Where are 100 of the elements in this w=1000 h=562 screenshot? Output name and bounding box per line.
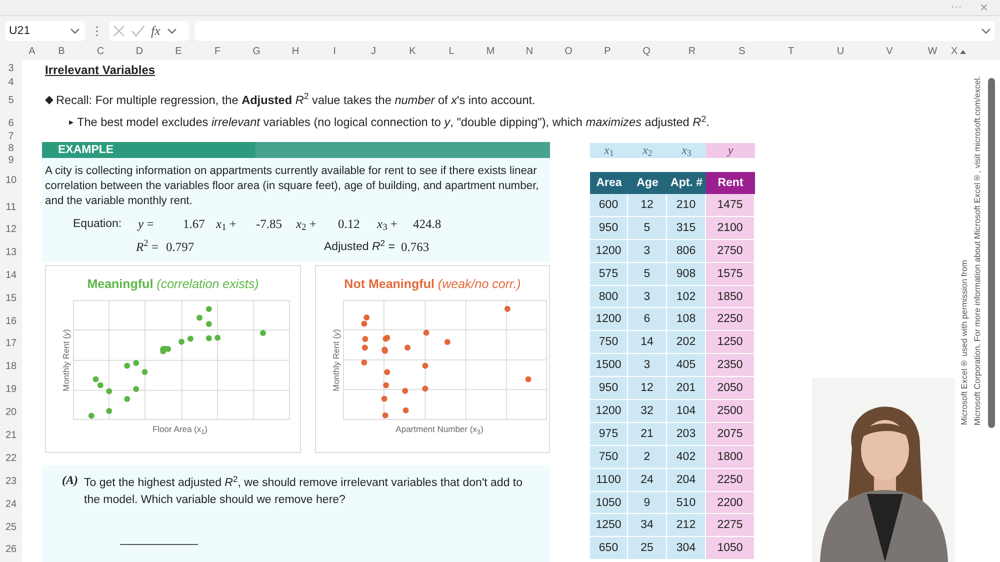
table-cell: 1250: [590, 514, 628, 538]
table-cell: 405: [667, 354, 706, 378]
bullet-text: The best model excludes irrelevant variables (no logical connection to y, "double dipping"), which maximizes adjusted R$^{2}$.: [77, 114, 710, 132]
insert-function-button[interactable]: fx: [151, 20, 160, 40]
row-header[interactable]: 20: [0, 401, 22, 424]
table-cell: 5: [628, 216, 667, 240]
column-header[interactable]: J: [354, 44, 393, 60]
column-heading: Area: [590, 172, 628, 194]
axis-label: Monthly Rent (y): [60, 328, 72, 392]
row-header[interactable]: 7: [0, 132, 22, 140]
column-header[interactable]: S: [718, 44, 766, 60]
fit-statistic: 0.797: [166, 239, 196, 256]
table-cell: 21: [628, 422, 667, 446]
column-header[interactable]: Q: [627, 44, 666, 60]
fit-statistic: 0.763: [401, 239, 430, 256]
notice-text: Microsoft Excel® used with permission from: [959, 260, 970, 425]
row-header[interactable]: 9: [0, 156, 22, 164]
more-options-icon[interactable]: ⋮: [91, 22, 103, 40]
column-header[interactable]: W: [914, 44, 951, 60]
row-header[interactable]: 16: [0, 310, 22, 332]
table-cell: 3: [628, 354, 667, 378]
column-header[interactable]: L: [432, 44, 471, 60]
row-header[interactable]: 18: [0, 355, 22, 378]
table-cell: 650: [590, 537, 628, 560]
column-header[interactable]: N: [510, 44, 549, 60]
row-header[interactable]: 6: [0, 114, 22, 132]
scrollbar-thumb[interactable]: [988, 78, 995, 428]
column-header[interactable]: K: [393, 44, 432, 60]
column-header[interactable]: R: [666, 44, 718, 60]
row-header[interactable]: 11: [0, 196, 22, 218]
row-header[interactable]: 10: [0, 164, 22, 196]
table-cell: 210: [667, 194, 706, 217]
table-cell: 750: [590, 331, 628, 354]
table-cell: 2250: [706, 308, 755, 332]
fit-statistic: Adjusted R$^{2}$ =: [324, 238, 396, 255]
column-header[interactable]: B: [42, 44, 81, 60]
column-header[interactable]: C: [81, 44, 120, 60]
chevron-down-icon[interactable]: [166, 26, 178, 36]
row-header[interactable]: 22: [0, 446, 22, 470]
column-header[interactable]: F: [198, 44, 237, 60]
column-header[interactable]: V: [865, 44, 914, 60]
row-header[interactable]: 25: [0, 516, 22, 538]
table-cell: 950: [590, 377, 628, 400]
row-header[interactable]: 21: [0, 424, 22, 447]
variable-symbol: y: [706, 143, 755, 158]
row-header[interactable]: 15: [0, 286, 22, 310]
row-header[interactable]: 5: [0, 87, 22, 114]
chevron-down-icon[interactable]: [69, 26, 81, 36]
row-header[interactable]: 17: [0, 332, 22, 356]
table-cell: 3: [628, 286, 667, 308]
column-header[interactable]: I: [315, 44, 354, 60]
row-header[interactable]: 13: [0, 240, 22, 264]
equation-term: 1.67: [183, 216, 206, 234]
bullet-text: Recall: For multiple regression, the Adjusted R$^{2}$ value takes the number of x's into account.: [56, 92, 536, 109]
row-header[interactable]: 26: [0, 538, 22, 562]
axis-label: Monthly Rent (y): [330, 328, 342, 392]
table-cell: 315: [667, 216, 706, 240]
table-cell: 1250: [706, 331, 755, 354]
row-header[interactable]: 19: [0, 378, 22, 402]
chevron-down-icon[interactable]: [980, 26, 992, 36]
column-header[interactable]: G: [237, 44, 276, 60]
column-header[interactable]: A: [22, 44, 42, 60]
table-cell: 1800: [706, 446, 755, 469]
column-heading: Rent: [706, 172, 755, 194]
name-box[interactable]: U21: [5, 20, 85, 40]
equation-term: 0.12: [338, 216, 361, 234]
check-icon[interactable]: [131, 24, 145, 36]
table-cell: 600: [590, 194, 628, 217]
table-cell: 806: [667, 240, 706, 263]
column-heading: Apt. #: [667, 172, 706, 194]
row-header[interactable]: 14: [0, 264, 22, 287]
table-cell: 1050: [590, 492, 628, 514]
column-header[interactable]: E: [159, 44, 198, 60]
column-header[interactable]: D: [120, 44, 159, 60]
column-heading: Age: [628, 172, 667, 194]
row-header[interactable]: 8: [0, 140, 22, 156]
column-header[interactable]: U: [816, 44, 865, 60]
table-cell: 2100: [706, 216, 755, 240]
row-header[interactable]: 3: [0, 60, 22, 77]
equation-term: x$_{3}$ +: [377, 216, 398, 234]
table-cell: 204: [667, 468, 706, 492]
row-header[interactable]: 4: [0, 77, 22, 87]
table-cell: 2350: [706, 354, 755, 378]
description-text: A city is collecting information on appartments currently available for rent to see if there exists linear correlation between the variables floor area (in square feet), age of building, and apartment number, and the variable monthly rent.: [44, 164, 540, 209]
column-header[interactable]: H: [276, 44, 315, 60]
row-header[interactable]: 24: [0, 492, 22, 516]
column-header[interactable]: O: [549, 44, 588, 60]
section-title: Irrelevant Variables: [45, 62, 156, 79]
table-cell: 212: [667, 514, 706, 538]
column-header[interactable]: X: [951, 44, 958, 60]
table-cell: 2075: [706, 422, 755, 446]
axis-label: Apartment Number (x$_{3}$): [394, 423, 484, 436]
table-cell: 510: [667, 492, 706, 514]
column-header[interactable]: T: [766, 44, 816, 60]
row-header[interactable]: 23: [0, 470, 22, 493]
table-cell: 32: [628, 400, 667, 423]
column-header[interactable]: P: [588, 44, 627, 60]
column-header[interactable]: M: [471, 44, 510, 60]
row-header[interactable]: 12: [0, 218, 22, 241]
formula-input[interactable]: [195, 20, 995, 40]
